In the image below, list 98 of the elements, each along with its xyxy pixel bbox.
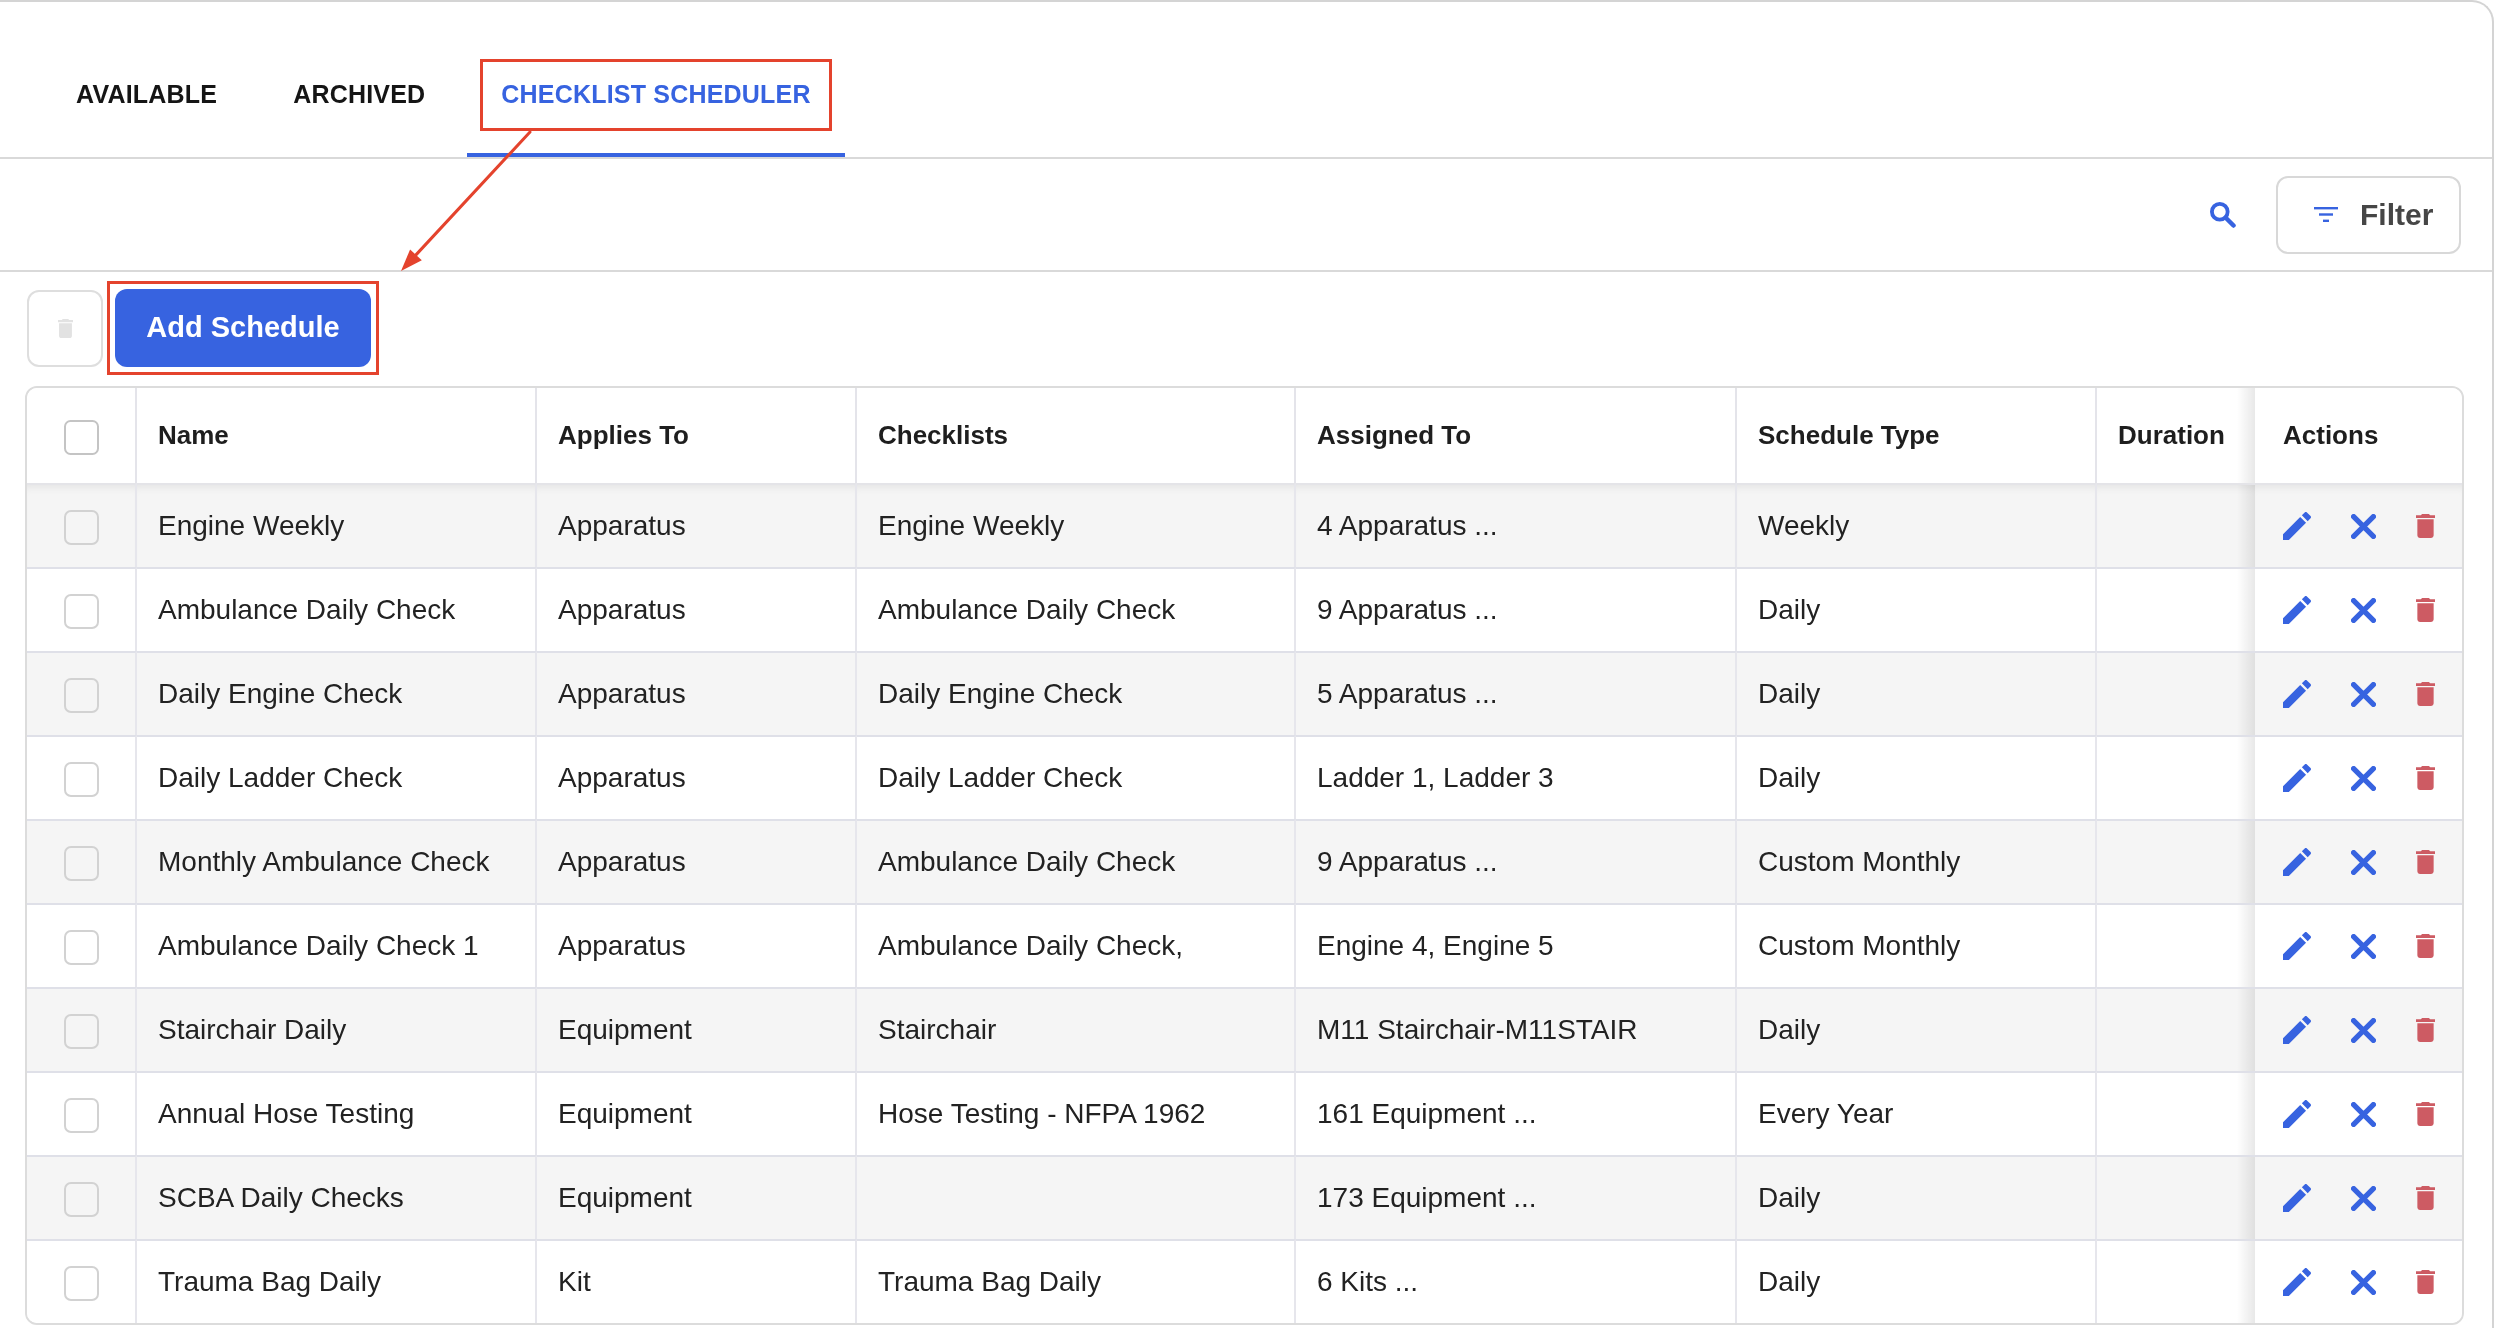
trash-icon	[57, 318, 73, 338]
checkbox[interactable]	[63, 1014, 99, 1050]
cross-icon[interactable]	[2351, 1017, 2376, 1043]
search-icon[interactable]	[2210, 201, 2236, 228]
checkbox[interactable]	[63, 930, 99, 966]
trash-icon[interactable]	[2416, 1018, 2435, 1042]
table-cell: Ladder 1, Ladder 3	[1296, 735, 1737, 819]
table-cell: Custom Monthly	[1737, 819, 2097, 903]
pencil-icon[interactable]	[2283, 512, 2311, 540]
cross-icon[interactable]	[2351, 849, 2376, 875]
table-cell: Equipment	[537, 987, 857, 1071]
table-cell: Daily Engine Check	[137, 651, 537, 735]
table-cell: Equipment	[537, 1155, 857, 1239]
table-cell: Annual Hose Testing	[137, 1071, 537, 1155]
cross-icon[interactable]	[2351, 1269, 2376, 1295]
table-cell: Kit	[537, 1239, 857, 1323]
filter-icon	[2314, 207, 2338, 222]
table-cell: Daily Engine Check	[857, 651, 1296, 735]
add-schedule-button[interactable]: Add Schedule	[115, 289, 371, 367]
table-cell: Ambulance Daily Check	[857, 567, 1296, 651]
pencil-icon[interactable]	[2283, 1184, 2311, 1212]
cross-icon[interactable]	[2351, 765, 2376, 791]
cross-icon[interactable]	[2351, 1185, 2376, 1211]
table-cell: Daily Ladder Check	[137, 735, 537, 819]
pencil-icon[interactable]	[2283, 764, 2311, 792]
table-cell: Daily	[1737, 1239, 2097, 1323]
table-cell: Hose Testing - NFPA 1962	[857, 1071, 1296, 1155]
table-cell: Apparatus	[537, 819, 857, 903]
table-cell: Apparatus	[537, 735, 857, 819]
checkbox[interactable]	[63, 846, 99, 882]
trash-icon[interactable]	[2416, 1270, 2435, 1294]
table-cell: Apparatus	[537, 567, 857, 651]
table-cell: Ambulance Daily Check	[137, 567, 537, 651]
pencil-icon[interactable]	[2283, 1100, 2311, 1128]
table-cell: Stairchair Daily	[137, 987, 537, 1071]
table-cell: Daily	[1737, 567, 2097, 651]
table-cell: 4 Apparatus ...	[1296, 483, 1737, 567]
table-cell: 5 Apparatus ...	[1296, 651, 1737, 735]
pencil-icon[interactable]	[2283, 1268, 2311, 1296]
table-cell: Trauma Bag Daily	[137, 1239, 537, 1323]
table-cell: Apparatus	[537, 903, 857, 987]
table-cell: Weekly	[1737, 483, 2097, 567]
tab[interactable]: CHECKLIST SCHEDULER	[467, 30, 845, 157]
pencil-icon[interactable]	[2283, 596, 2311, 624]
checkbox[interactable]	[63, 762, 99, 798]
table-cell: Trauma Bag Daily	[857, 1239, 1296, 1323]
pencil-icon[interactable]	[2283, 932, 2311, 960]
table-cell: Ambulance Daily Check 1	[137, 903, 537, 987]
cross-icon[interactable]	[2351, 933, 2376, 959]
checkbox[interactable]	[63, 1266, 99, 1302]
table-cell: Apparatus	[537, 651, 857, 735]
trash-icon[interactable]	[2416, 598, 2435, 622]
checkbox[interactable]	[63, 510, 99, 546]
checkbox[interactable]	[63, 1182, 99, 1218]
table-cell: Daily Ladder Check	[857, 735, 1296, 819]
table-cell: Engine Weekly	[137, 483, 537, 567]
tab[interactable]: ARCHIVED	[259, 30, 460, 157]
table-cell: Stairchair	[857, 987, 1296, 1071]
trash-icon[interactable]	[2416, 766, 2435, 790]
tab[interactable]: AVAILABLE	[42, 30, 252, 157]
trash-icon[interactable]	[2416, 934, 2435, 958]
checkbox[interactable]	[63, 678, 99, 714]
table-cell: 173 Equipment ...	[1296, 1155, 1737, 1239]
table-cell: Ambulance Daily Check,	[857, 903, 1296, 987]
table-cell: Engine Weekly	[857, 483, 1296, 567]
table-cell: 9 Apparatus ...	[1296, 567, 1737, 651]
table-cell: 161 Equipment ...	[1296, 1071, 1737, 1155]
table-cell: Every Year	[1737, 1071, 2097, 1155]
table-cell: Daily	[1737, 651, 2097, 735]
table-cell: M11 Stairchair-M11STAIR	[1296, 987, 1737, 1071]
cross-icon[interactable]	[2351, 681, 2376, 707]
table-cell: Custom Monthly	[1737, 903, 2097, 987]
table-cell: Apparatus	[537, 483, 857, 567]
table-cell: Daily	[1737, 735, 2097, 819]
table-cell: SCBA Daily Checks	[137, 1155, 537, 1239]
trash-icon[interactable]	[2416, 1102, 2435, 1126]
table-cell: Monthly Ambulance Check	[137, 819, 537, 903]
table-cell: 6 Kits ...	[1296, 1239, 1737, 1323]
filter-button[interactable]: Filter	[2276, 175, 2461, 254]
checkbox[interactable]	[63, 1098, 99, 1134]
cross-icon[interactable]	[2351, 513, 2376, 539]
cross-icon[interactable]	[2351, 597, 2376, 623]
table-cell: Ambulance Daily Check	[857, 819, 1296, 903]
trash-icon[interactable]	[2416, 682, 2435, 706]
table-cell: 9 Apparatus ...	[1296, 819, 1737, 903]
pencil-icon[interactable]	[2283, 848, 2311, 876]
table-cell: Equipment	[537, 1071, 857, 1155]
trash-icon[interactable]	[2416, 850, 2435, 874]
pencil-icon[interactable]	[2283, 680, 2311, 708]
table-cell: Daily	[1737, 987, 2097, 1071]
table-cell: Engine 4, Engine 5	[1296, 903, 1737, 987]
pencil-icon[interactable]	[2283, 1016, 2311, 1044]
table-cell: Daily	[1737, 1155, 2097, 1239]
checkbox[interactable]	[63, 419, 99, 455]
trash-icon[interactable]	[2416, 514, 2435, 538]
checkbox[interactable]	[63, 594, 99, 630]
trash-icon[interactable]	[2416, 1186, 2435, 1210]
cross-icon[interactable]	[2351, 1101, 2376, 1127]
